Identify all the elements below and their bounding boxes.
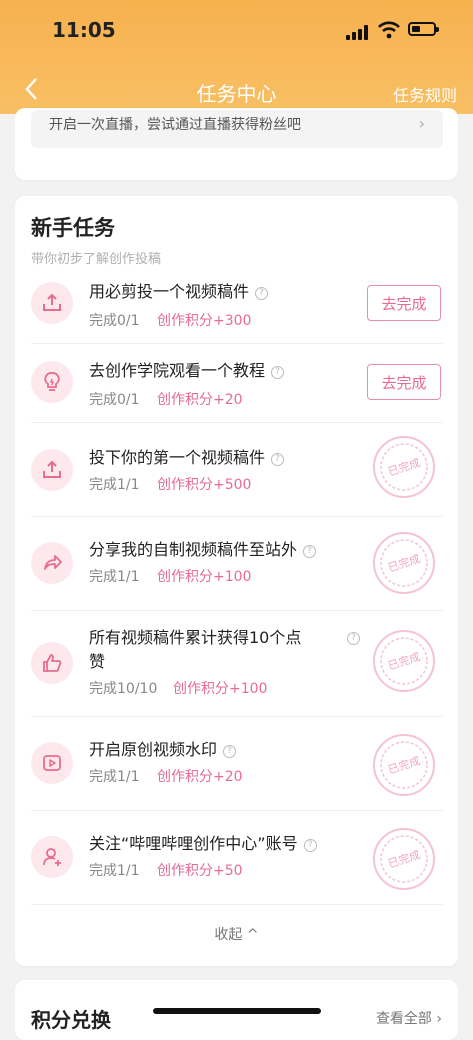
task-progress: 完成1/1 bbox=[89, 477, 140, 493]
go-complete-button[interactable]: 去完成 bbox=[367, 364, 441, 400]
live-task-text: 开启一次直播，尝试通过直播获得粉丝吧 bbox=[49, 117, 301, 133]
upload-icon bbox=[31, 282, 73, 324]
battery-icon bbox=[408, 22, 439, 36]
view-all-link[interactable]: 查看全部 › bbox=[376, 1008, 442, 1028]
task-name: 开启原创视频水印? bbox=[89, 738, 237, 762]
divider bbox=[31, 516, 443, 517]
home-indicator bbox=[153, 1008, 321, 1014]
header-bar: 11:05 任务中心 任务规则 bbox=[0, 0, 473, 114]
completed-stamp-icon: 已完成 bbox=[373, 734, 435, 796]
svg-text:已完成: 已完成 bbox=[386, 847, 422, 871]
divider bbox=[31, 716, 443, 717]
completed-stamp-icon: 已完成 bbox=[373, 828, 435, 890]
help-icon[interactable]: ? bbox=[303, 545, 317, 558]
section-title: 新手任务 bbox=[31, 216, 115, 240]
help-icon[interactable]: ? bbox=[223, 745, 237, 758]
section-title: 积分兑换 bbox=[31, 1008, 111, 1032]
task-points: 创作积分+100 bbox=[173, 681, 268, 697]
collapse-button[interactable]: 收起 ^ bbox=[15, 924, 458, 944]
svg-text:已完成: 已完成 bbox=[386, 753, 422, 777]
task-points: 创作积分+500 bbox=[157, 477, 252, 493]
upload-icon bbox=[31, 449, 73, 491]
task-row: 用必剪投一个视频稿件? 完成0/1 创作积分+300 去完成 bbox=[15, 278, 458, 340]
lightbulb-icon bbox=[31, 361, 73, 403]
task-points: 创作积分+300 bbox=[157, 313, 252, 329]
task-row: 关注“哔哩哔哩创作中心”账号? 完成1/1 创作积分+50 已完成 bbox=[15, 828, 458, 900]
task-name: 投下你的第一个视频稿件? bbox=[89, 446, 285, 470]
svg-text:已完成: 已完成 bbox=[386, 649, 422, 673]
help-icon[interactable]: ? bbox=[303, 839, 317, 852]
help-icon[interactable]: ? bbox=[271, 453, 285, 466]
task-progress: 完成1/1 bbox=[89, 769, 140, 785]
svg-text:已完成: 已完成 bbox=[386, 551, 422, 575]
divider bbox=[31, 343, 443, 344]
user-add-icon bbox=[31, 836, 73, 878]
task-points: 创作积分+20 bbox=[157, 769, 243, 785]
task-rules-link[interactable]: 任务规则 bbox=[393, 82, 457, 106]
signal-icon bbox=[346, 24, 372, 40]
task-points: 创作积分+100 bbox=[157, 569, 252, 585]
task-progress: 完成0/1 bbox=[89, 392, 140, 408]
help-icon[interactable]: ? bbox=[271, 366, 285, 379]
section-subtitle: 带你初步了解创作投稿 bbox=[31, 252, 162, 267]
task-row: 投下你的第一个视频稿件? 完成1/1 创作积分+500 已完成 bbox=[15, 436, 458, 514]
task-name: 关注“哔哩哔哩创作中心”账号? bbox=[89, 832, 317, 856]
chevron-right-icon: › bbox=[418, 114, 425, 133]
divider bbox=[31, 610, 443, 611]
help-icon[interactable]: ? bbox=[255, 287, 269, 300]
svg-text:已完成: 已完成 bbox=[386, 455, 422, 479]
wifi-icon bbox=[378, 21, 400, 39]
task-row: 所有视频稿件累计获得10个点赞 ? 完成10/10 创作积分+100 已完成 bbox=[15, 626, 458, 716]
video-play-icon bbox=[31, 742, 73, 784]
completed-stamp-icon: 已完成 bbox=[373, 532, 435, 594]
completed-stamp-icon: 已完成 bbox=[373, 436, 435, 498]
task-progress: 完成1/1 bbox=[89, 569, 140, 585]
divider bbox=[31, 422, 443, 423]
task-name: 去创作学院观看一个教程? bbox=[89, 359, 285, 383]
task-progress: 完成0/1 bbox=[89, 313, 140, 329]
newbie-tasks-card: 新手任务 带你初步了解创作投稿 用必剪投一个视频稿件? 完成0/1 创作积分+3… bbox=[15, 196, 458, 966]
status-bar: 11:05 bbox=[0, 0, 473, 60]
task-progress: 完成10/10 bbox=[89, 681, 158, 697]
status-time: 11:05 bbox=[52, 18, 116, 42]
completed-stamp-icon: 已完成 bbox=[373, 630, 435, 692]
task-row: 去创作学院观看一个教程? 完成0/1 创作积分+20 去完成 bbox=[15, 357, 458, 419]
task-points: 创作积分+20 bbox=[157, 392, 243, 408]
share-icon bbox=[31, 542, 73, 584]
divider bbox=[31, 810, 443, 811]
thumbs-up-icon bbox=[31, 642, 73, 684]
task-progress: 完成1/1 bbox=[89, 863, 140, 879]
help-icon[interactable]: ? bbox=[347, 632, 360, 645]
task-row: 开启原创视频水印? 完成1/1 创作积分+20 已完成 bbox=[15, 734, 458, 806]
live-task-banner[interactable]: 开启一次直播，尝试通过直播获得粉丝吧 › bbox=[31, 110, 443, 148]
task-name: 所有视频稿件累计获得10个点赞 bbox=[89, 628, 302, 671]
go-complete-button[interactable]: 去完成 bbox=[367, 285, 441, 321]
divider bbox=[31, 904, 443, 905]
live-task-card: 开启一次直播，尝试通过直播获得粉丝吧 › bbox=[15, 108, 458, 180]
task-name: 分享我的自制视频稿件至站外? bbox=[89, 538, 317, 562]
task-row: 分享我的自制视频稿件至站外? 完成1/1 创作积分+100 已完成 bbox=[15, 532, 458, 606]
task-points: 创作积分+50 bbox=[157, 863, 243, 879]
nav-bar: 任务中心 任务规则 bbox=[0, 72, 473, 112]
task-name: 用必剪投一个视频稿件? bbox=[89, 280, 269, 304]
